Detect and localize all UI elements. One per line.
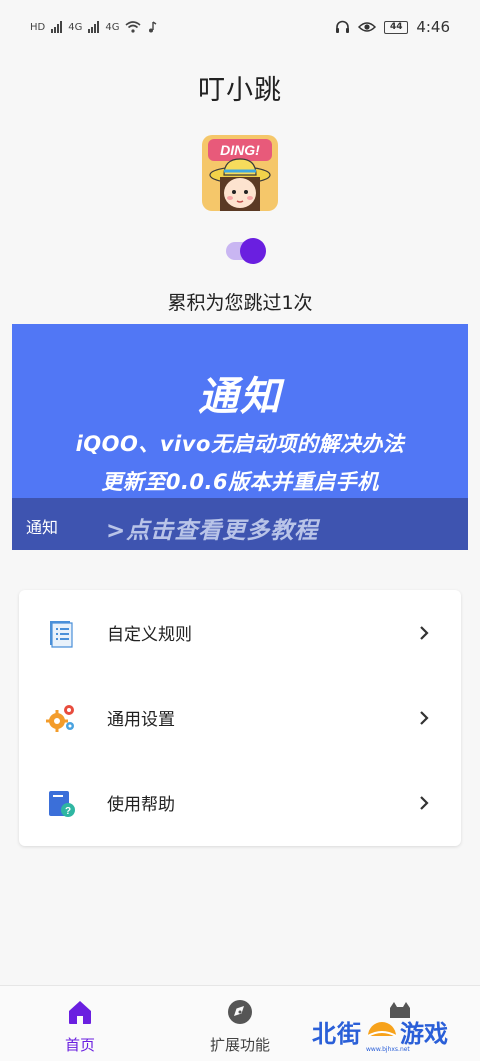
help-book-icon: ? [49, 790, 75, 817]
status-left: HD 4G 4G [30, 21, 157, 33]
service-toggle[interactable] [226, 238, 268, 264]
status-right: 44 4:46 [335, 18, 450, 36]
clock: 4:46 [416, 18, 450, 36]
logo-text: DING! [220, 142, 260, 158]
svg-text:?: ? [65, 806, 71, 817]
watermark-sun-icon [367, 1022, 397, 1037]
banner-more-link[interactable]: >点击查看更多教程 [106, 511, 318, 545]
hd-badge: HD [30, 21, 46, 33]
app-title: 叮小跳 [198, 75, 282, 106]
banner-line-1: iQOO、vivo无启动项的解决办法 [75, 432, 405, 456]
watermark-left-text: 北街 [312, 1020, 362, 1048]
menu-item-help[interactable]: ? 使用帮助 [19, 760, 461, 845]
home-icon [69, 1001, 91, 1024]
banner-line-2: 更新至0.0.6版本并重启手机 [101, 470, 379, 494]
toggle-knob [240, 238, 266, 264]
menu-item-label: 通用设置 [107, 710, 175, 730]
chevron-right-icon [420, 795, 429, 810]
watermark-logo: 北街 游戏 www.bjhxs.net [312, 1012, 468, 1056]
nav-extensions-label: 扩展功能 [209, 1036, 270, 1054]
menu-item-label: 自定义规则 [107, 625, 192, 645]
app-logo: DING! [202, 135, 278, 211]
watermark-url: www.bjhxs.net [366, 1046, 410, 1053]
chevron-right-icon [420, 625, 429, 640]
menu-item-general-settings[interactable]: 通用设置 [19, 675, 461, 760]
nav-home[interactable]: 首页 [20, 998, 140, 1055]
banner-caption: 通知 [26, 518, 59, 537]
signal-icon [51, 21, 63, 33]
menu-item-custom-rules[interactable]: 自定义规则 [19, 590, 461, 675]
network-badge-1: 4G [68, 21, 83, 33]
headphones-icon [336, 20, 350, 33]
wifi-icon [125, 21, 142, 33]
gears-icon [46, 704, 74, 732]
signal-icon-2 [88, 21, 100, 33]
compass-icon [228, 1000, 252, 1024]
menu-item-label: 使用帮助 [107, 795, 175, 815]
document-icon [50, 620, 73, 648]
banner-footer: 通知 >点击查看更多教程 [12, 498, 468, 550]
chevron-right-icon [420, 710, 429, 725]
eye-icon [358, 22, 377, 32]
menu-card: 自定义规则 通用设置 ? 使用帮助 [19, 590, 461, 846]
battery-icon: 44 [384, 20, 409, 34]
nav-extensions[interactable]: 扩展功能 [180, 998, 300, 1055]
banner-title: 通知 [198, 374, 282, 420]
nav-home-label: 首页 [64, 1036, 95, 1054]
watermark-right-text: 游戏 [400, 1020, 448, 1048]
music-note-icon [149, 21, 157, 33]
network-badge-2: 4G [105, 21, 120, 33]
skip-count-text: 累积为您跳过1次 [167, 292, 313, 314]
status-bar: HD 4G 4G 44 4:46 [0, 0, 480, 54]
notice-banner[interactable]: 通知 iQOO、vivo无启动项的解决办法 更新至0.0.6版本并重启手机 通知… [12, 324, 468, 550]
